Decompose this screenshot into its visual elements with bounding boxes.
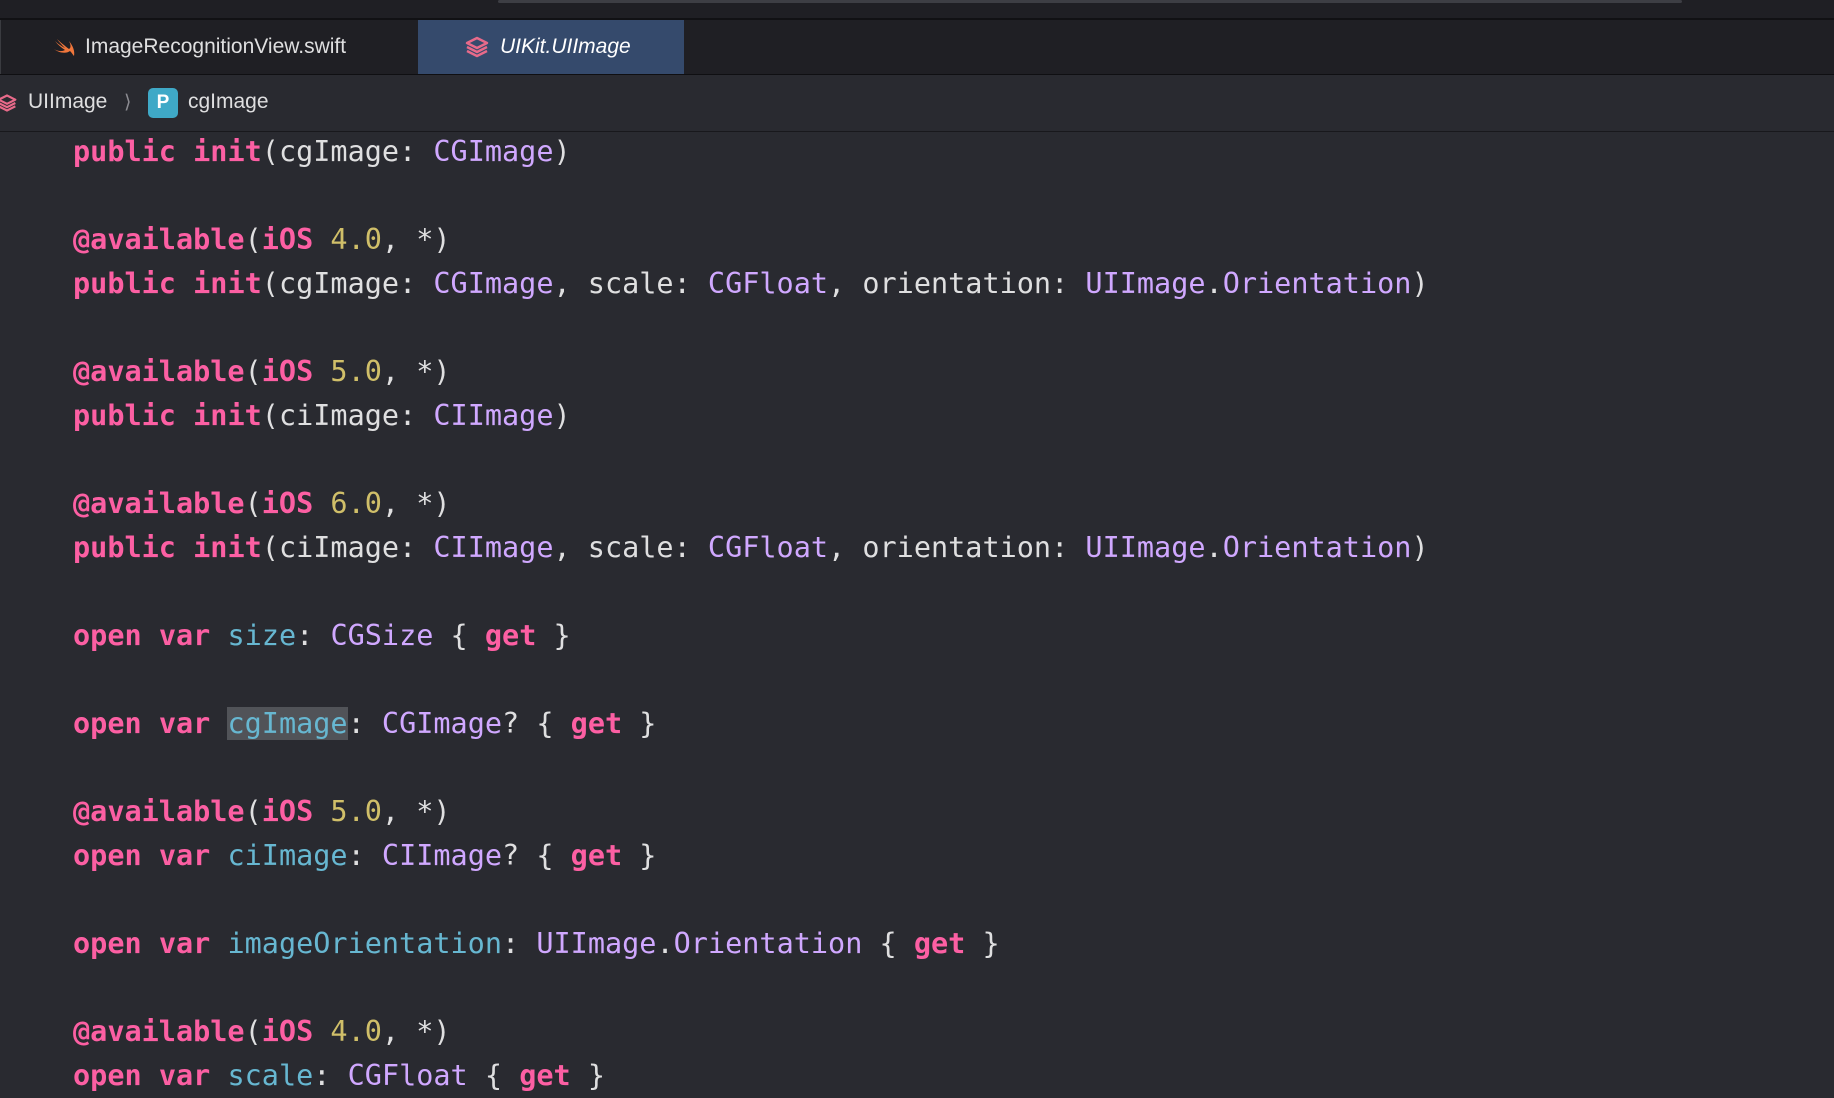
code-line: public init(cgImage: CGImage) bbox=[73, 135, 571, 168]
tab-image-recognition-view[interactable]: ImageRecognitionView.swift bbox=[0, 20, 418, 74]
selected-symbol[interactable]: cgImage bbox=[227, 707, 348, 740]
code-editor[interactable]: public init(cgImage: CGImage) @available… bbox=[0, 132, 1834, 1098]
code-line: open var imageOrientation: UIImage.Orien… bbox=[73, 927, 1000, 960]
horizontal-scrollbar[interactable] bbox=[498, 0, 1682, 3]
code-line: open var size: CGSize { get } bbox=[73, 619, 571, 652]
code-line: @available(iOS 4.0, *) bbox=[73, 223, 451, 256]
code-line: public init(ciImage: CIImage) bbox=[73, 399, 571, 432]
swift-icon bbox=[51, 35, 77, 65]
window-top-strip bbox=[0, 0, 1834, 20]
code-line: open var scale: CGFloat { get } bbox=[73, 1059, 605, 1092]
code-line: @available(iOS 5.0, *) bbox=[73, 795, 451, 828]
tab-label: UIKit.UIImage bbox=[500, 35, 631, 58]
breadcrumb-separator-icon: ⟩ bbox=[124, 92, 132, 113]
breadcrumb: UIImage ⟩ P cgImage bbox=[0, 75, 1834, 132]
breadcrumb-item-cgimage[interactable]: cgImage bbox=[188, 90, 269, 114]
tab-label: ImageRecognitionView.swift bbox=[85, 35, 347, 58]
property-icon: P bbox=[148, 88, 178, 118]
tab-bar: ImageRecognitionView.swift UIKit.UIImage bbox=[0, 20, 1834, 75]
tab-uikit-uiimage[interactable]: UIKit.UIImage bbox=[418, 20, 684, 74]
code-line: public init(cgImage: CGImage, scale: CGF… bbox=[73, 267, 1429, 300]
module-icon bbox=[0, 93, 18, 119]
code-line: open var ciImage: CIImage? { get } bbox=[73, 839, 657, 872]
code-line: @available(iOS 6.0, *) bbox=[73, 487, 451, 520]
code-line: @available(iOS 5.0, *) bbox=[73, 355, 451, 388]
code-line: @available(iOS 4.0, *) bbox=[73, 1015, 451, 1048]
module-icon bbox=[464, 35, 490, 65]
code-line: open var cgImage: CGImage? { get } bbox=[73, 707, 657, 740]
code-line: public init(ciImage: CIImage, scale: CGF… bbox=[73, 531, 1429, 564]
breadcrumb-item-uiimage[interactable]: UIImage bbox=[28, 90, 107, 114]
